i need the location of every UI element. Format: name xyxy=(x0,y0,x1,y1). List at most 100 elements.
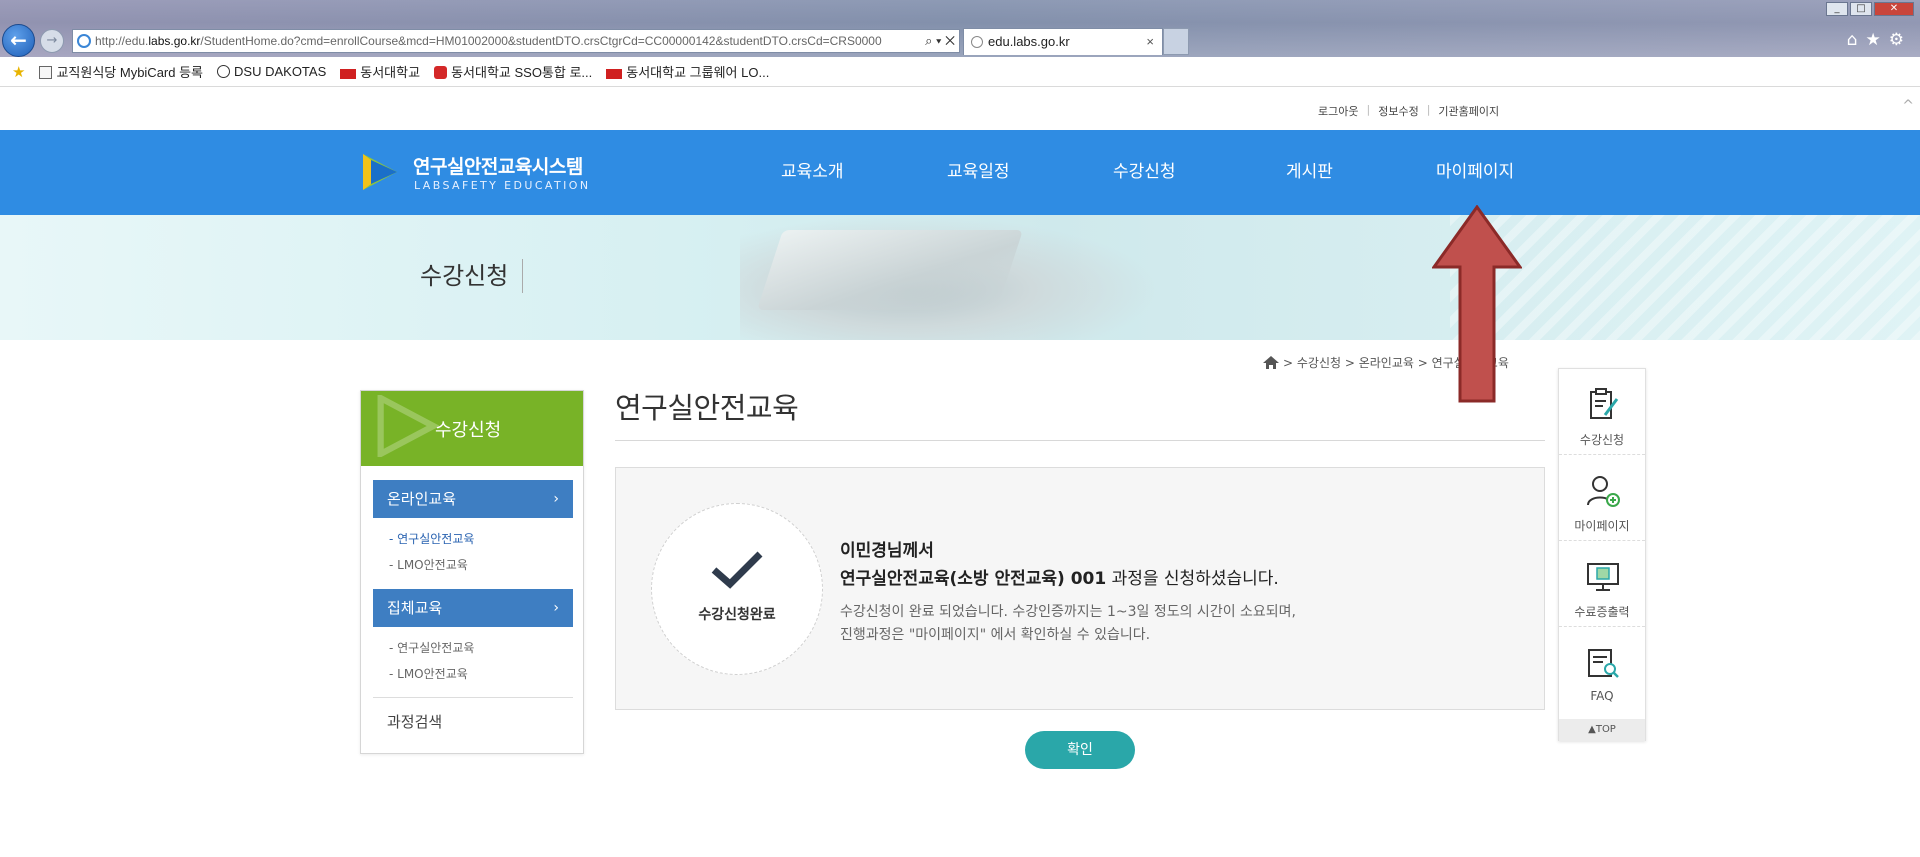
side-sub-lab-safety[interactable]: - 연구실안전교육 xyxy=(389,530,474,547)
quick-certificate[interactable]: 수료증출력 xyxy=(1559,541,1645,627)
complete-badge: 수강신청완료 xyxy=(651,503,823,675)
course-suffix: 과정을 신청하셨습니다. xyxy=(1106,569,1279,589)
favorite-label: 동서대학교 SSO통합 로... xyxy=(451,65,593,80)
side-category-offline[interactable]: 집체교육 › xyxy=(373,589,573,627)
monitor-certificate-icon xyxy=(1587,563,1619,591)
chevron-up-icon[interactable]: ^ xyxy=(1902,98,1914,114)
forward-button[interactable]: → xyxy=(40,29,64,53)
favorite-item[interactable]: 교직원식당 MybiCard 등록 xyxy=(39,62,203,81)
notepad-search-icon xyxy=(1588,649,1619,678)
url-rest: /StudentHome.do?cmd=enrollCourse&mcd=HM0… xyxy=(200,34,882,48)
global-nav: 연구실안전교육시스템 LABSAFETY EDUCATION 교육소개 교육일정… xyxy=(0,130,1920,215)
dsu-logo-icon xyxy=(606,69,623,79)
favorites-icon[interactable]: ★ xyxy=(12,63,25,81)
circle-logo-icon xyxy=(217,65,231,78)
logout-link[interactable]: 로그아웃 xyxy=(1318,103,1358,119)
user-plus-icon xyxy=(1587,476,1620,507)
book-pages xyxy=(757,230,1023,310)
chevron-right-icon: › xyxy=(553,600,559,616)
side-menu: 수강신청 온라인교육 › - 연구실안전교육 - LMO안전교육 집체교육 › … xyxy=(360,390,584,754)
quick-label: 수료증출력 xyxy=(1574,605,1630,619)
new-tab-button[interactable] xyxy=(1163,28,1189,55)
favorite-label: 동서대학교 xyxy=(360,65,421,80)
logo-watermark-icon xyxy=(377,395,439,457)
course-name: 연구실안전교육(소방 안전교육) 001 xyxy=(840,569,1107,589)
favorite-item[interactable]: 동서대학교 xyxy=(340,62,420,81)
back-to-top-button[interactable]: ▲TOP xyxy=(1559,719,1645,741)
maximize-button[interactable]: □ xyxy=(1850,2,1872,16)
favorite-item[interactable]: 동서대학교 그룹웨어 LO... xyxy=(606,62,769,81)
edit-info-link[interactable]: 정보수정 xyxy=(1378,103,1418,119)
menu-mypage[interactable]: 마이페이지 xyxy=(1436,130,1514,215)
favorite-item[interactable]: 동서대학교 SSO통합 로... xyxy=(434,62,592,81)
quick-label: 마이페이지 xyxy=(1574,519,1630,533)
page-title: 연구실안전교육 xyxy=(615,391,799,425)
applicant-line: 이민경님께서 xyxy=(840,541,934,561)
menu-enroll[interactable]: 수강신청 xyxy=(1113,130,1176,215)
quick-mypage[interactable]: 마이페이지 xyxy=(1559,455,1645,541)
sub-visual-banner: 수강신청 xyxy=(0,215,1920,340)
annotation-arrow-up-icon xyxy=(1432,205,1522,403)
side-sub-lmo[interactable]: - LMO안전교육 xyxy=(389,665,468,682)
divider: | xyxy=(1366,103,1371,116)
menu-schedule[interactable]: 교육일정 xyxy=(947,130,1010,215)
logo-title: 연구실안전교육시스템 xyxy=(413,156,583,178)
org-home-link[interactable]: 기관홈페이지 xyxy=(1438,103,1499,119)
quick-label: 수강신청 xyxy=(1579,433,1625,447)
quick-faq[interactable]: FAQ xyxy=(1559,627,1645,713)
utility-links: 로그아웃 | 정보수정 | 기관홈페이지 xyxy=(1318,103,1499,119)
tab-close-icon[interactable]: × xyxy=(1146,29,1154,55)
course-line: 연구실안전교육(소방 안전교육) 001 과정을 신청하셨습니다. xyxy=(840,564,1279,589)
loading-icon xyxy=(971,36,983,48)
category-label: 온라인교육 xyxy=(387,490,457,508)
clipboard-pen-icon xyxy=(1590,388,1619,419)
notice-line: 진행과정은 "마이페이지" 에서 확인하실 수 있습니다. xyxy=(840,627,1151,643)
browser-tools: ⌂★⚙ xyxy=(1847,30,1912,50)
divider: | xyxy=(1426,103,1431,116)
favorite-label: 동서대학교 그룹웨어 LO... xyxy=(626,65,770,80)
favorite-item[interactable]: DSU DAKOTAS xyxy=(217,64,326,79)
browser-tab[interactable]: edu.labs.go.kr × xyxy=(963,28,1163,55)
red-logo-icon xyxy=(434,66,448,79)
close-window-button[interactable]: ✕ xyxy=(1874,2,1914,16)
logo-subtitle: LABSAFETY EDUCATION xyxy=(414,179,591,192)
address-controls[interactable]: ⌕ ▾ ✕ xyxy=(921,30,955,52)
menu-board[interactable]: 게시판 xyxy=(1286,130,1333,215)
chevron-right-icon: › xyxy=(553,491,559,507)
complete-label: 수강신청완료 xyxy=(698,607,776,623)
side-sub-lab-safety[interactable]: - 연구실안전교육 xyxy=(389,639,474,656)
page-icon xyxy=(39,66,53,79)
favorite-label: DSU DAKOTAS xyxy=(234,64,327,79)
favorites-star-icon[interactable]: ★ xyxy=(1866,30,1889,50)
notice-line: 수강신청이 완료 되었습니다. 수강인증까지는 1~3일 정도의 시간이 소요되… xyxy=(840,604,1296,620)
minimize-button[interactable]: _ xyxy=(1826,2,1848,16)
address-bar[interactable]: http://edu.labs.go.kr/StudentHome.do?cmd… xyxy=(72,29,960,53)
category-label: 집체교육 xyxy=(387,599,443,617)
course-search-link[interactable]: 과정검색 xyxy=(387,711,442,732)
checkmark-icon xyxy=(711,551,763,589)
home-icon[interactable] xyxy=(1263,356,1279,369)
confirm-button[interactable]: 확인 xyxy=(1025,731,1135,769)
divider xyxy=(373,697,573,698)
notice-text: 수강신청이 완료 되었습니다. 수강인증까지는 1~3일 정도의 시간이 소요되… xyxy=(840,601,1296,647)
window-controls: _ □ ✕ xyxy=(1826,2,1914,16)
side-sub-lmo[interactable]: - LMO안전교육 xyxy=(389,556,468,573)
side-menu-header: 수강신청 xyxy=(361,391,583,466)
favorites-bar: ★ 교직원식당 MybiCard 등록 DSU DAKOTAS 동서대학교 동서… xyxy=(0,57,1920,87)
side-category-online[interactable]: 온라인교육 › xyxy=(373,480,573,518)
banner-title: 수강신청 xyxy=(420,259,524,293)
quick-menu: 수강신청 마이페이지 수료증출력 FAQ ▲TOP xyxy=(1558,368,1646,741)
browser-titlebar: ← → http://edu.labs.go.kr/StudentHome.do… xyxy=(0,0,1920,57)
url-prefix: http://edu. xyxy=(95,34,149,48)
quick-enroll[interactable]: 수강신청 xyxy=(1559,369,1645,455)
dsu-logo-icon xyxy=(340,69,357,79)
logo-mark-icon xyxy=(363,154,397,190)
ie-icon xyxy=(77,34,91,48)
menu-intro[interactable]: 교육소개 xyxy=(781,130,844,215)
settings-gear-icon[interactable]: ⚙ xyxy=(1889,30,1912,50)
favorite-label: 교직원식당 MybiCard 등록 xyxy=(56,65,204,80)
home-icon[interactable]: ⌂ xyxy=(1847,30,1866,50)
back-button[interactable]: ← xyxy=(2,24,35,57)
side-menu-title: 수강신청 xyxy=(435,420,502,441)
quick-label: FAQ xyxy=(1590,689,1614,703)
